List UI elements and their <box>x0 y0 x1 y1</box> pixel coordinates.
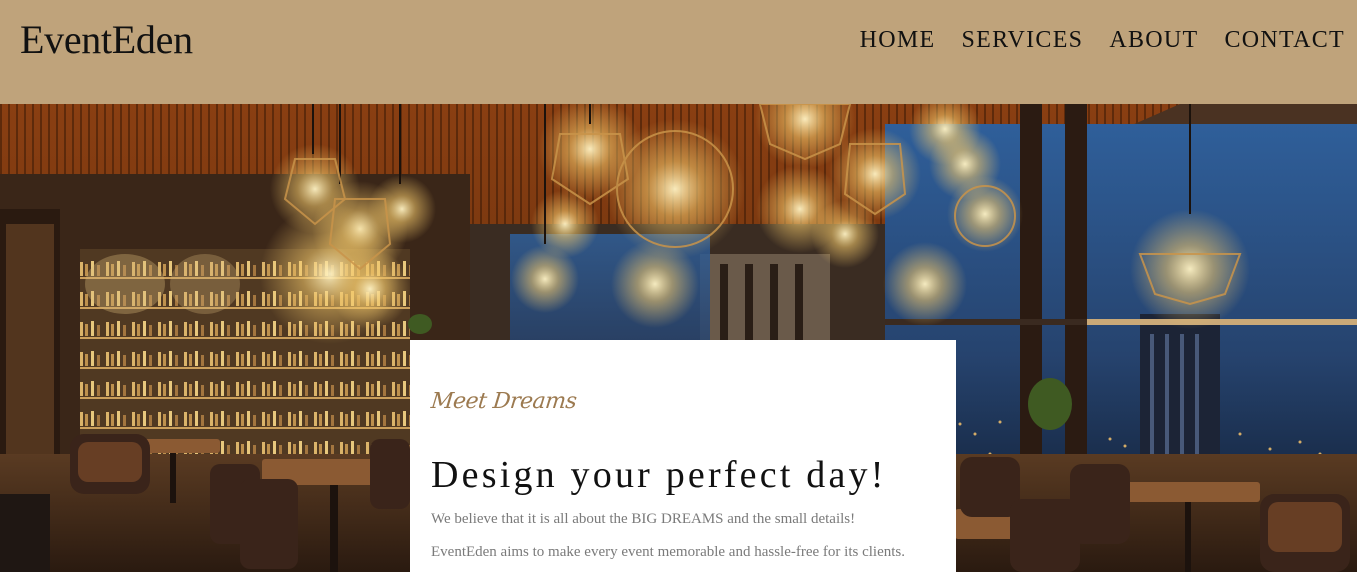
hero-headline: Design your perfect day! <box>431 454 887 496</box>
nav-contact-link[interactable]: CONTACT <box>1224 24 1345 56</box>
nav-services-link[interactable]: SERVICES <box>961 24 1083 56</box>
site-header: EventEden HOME SERVICES ABOUT CONTACT <box>0 0 1357 104</box>
hero-paragraph-2: EventEden aims to make every event memor… <box>431 544 905 560</box>
hero-paragraph-1: We believe that it is all about the BIG … <box>431 511 856 527</box>
nav-about-link[interactable]: ABOUT <box>1109 24 1198 56</box>
hero-card: Meet Dreams Design your perfect day! We … <box>410 340 956 572</box>
tagline: Meet Dreams <box>429 389 578 414</box>
nav-home-link[interactable]: HOME <box>860 24 936 56</box>
hero-section: Meet Dreams Design your perfect day! We … <box>0 104 1357 572</box>
main-nav: HOME SERVICES ABOUT CONTACT <box>860 24 1345 56</box>
brand-logo[interactable]: EventEden <box>20 18 193 62</box>
